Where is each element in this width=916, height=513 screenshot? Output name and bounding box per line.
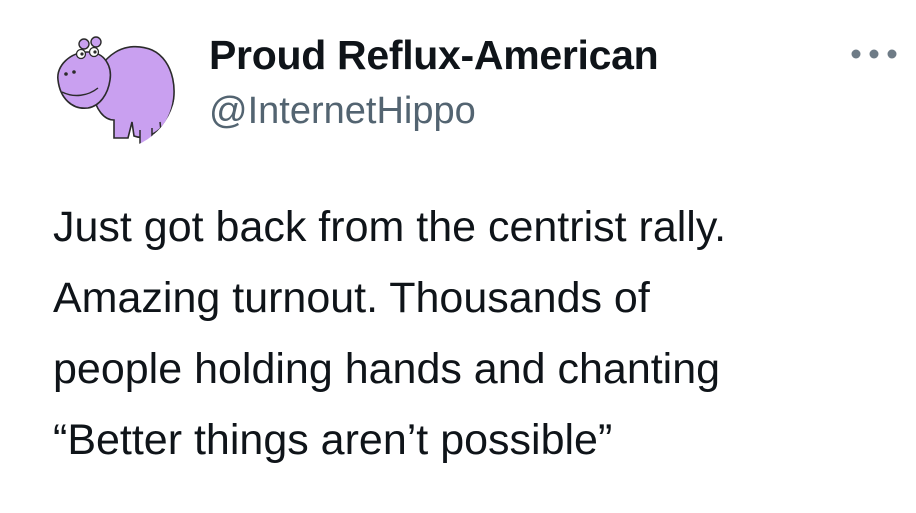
hippo-avatar-icon: [57, 36, 175, 147]
avatar[interactable]: [48, 22, 176, 150]
author-display-name[interactable]: Proud Reflux-American: [209, 29, 659, 81]
tweet: Proud Reflux-American @InternetHippo Jus…: [0, 0, 916, 513]
tweet-text: Just got back from the centrist rally. A…: [53, 203, 727, 464]
more-options-button[interactable]: [848, 42, 900, 66]
author-handle[interactable]: @InternetHippo: [209, 87, 476, 135]
more-horizontal-icon: [851, 49, 897, 59]
